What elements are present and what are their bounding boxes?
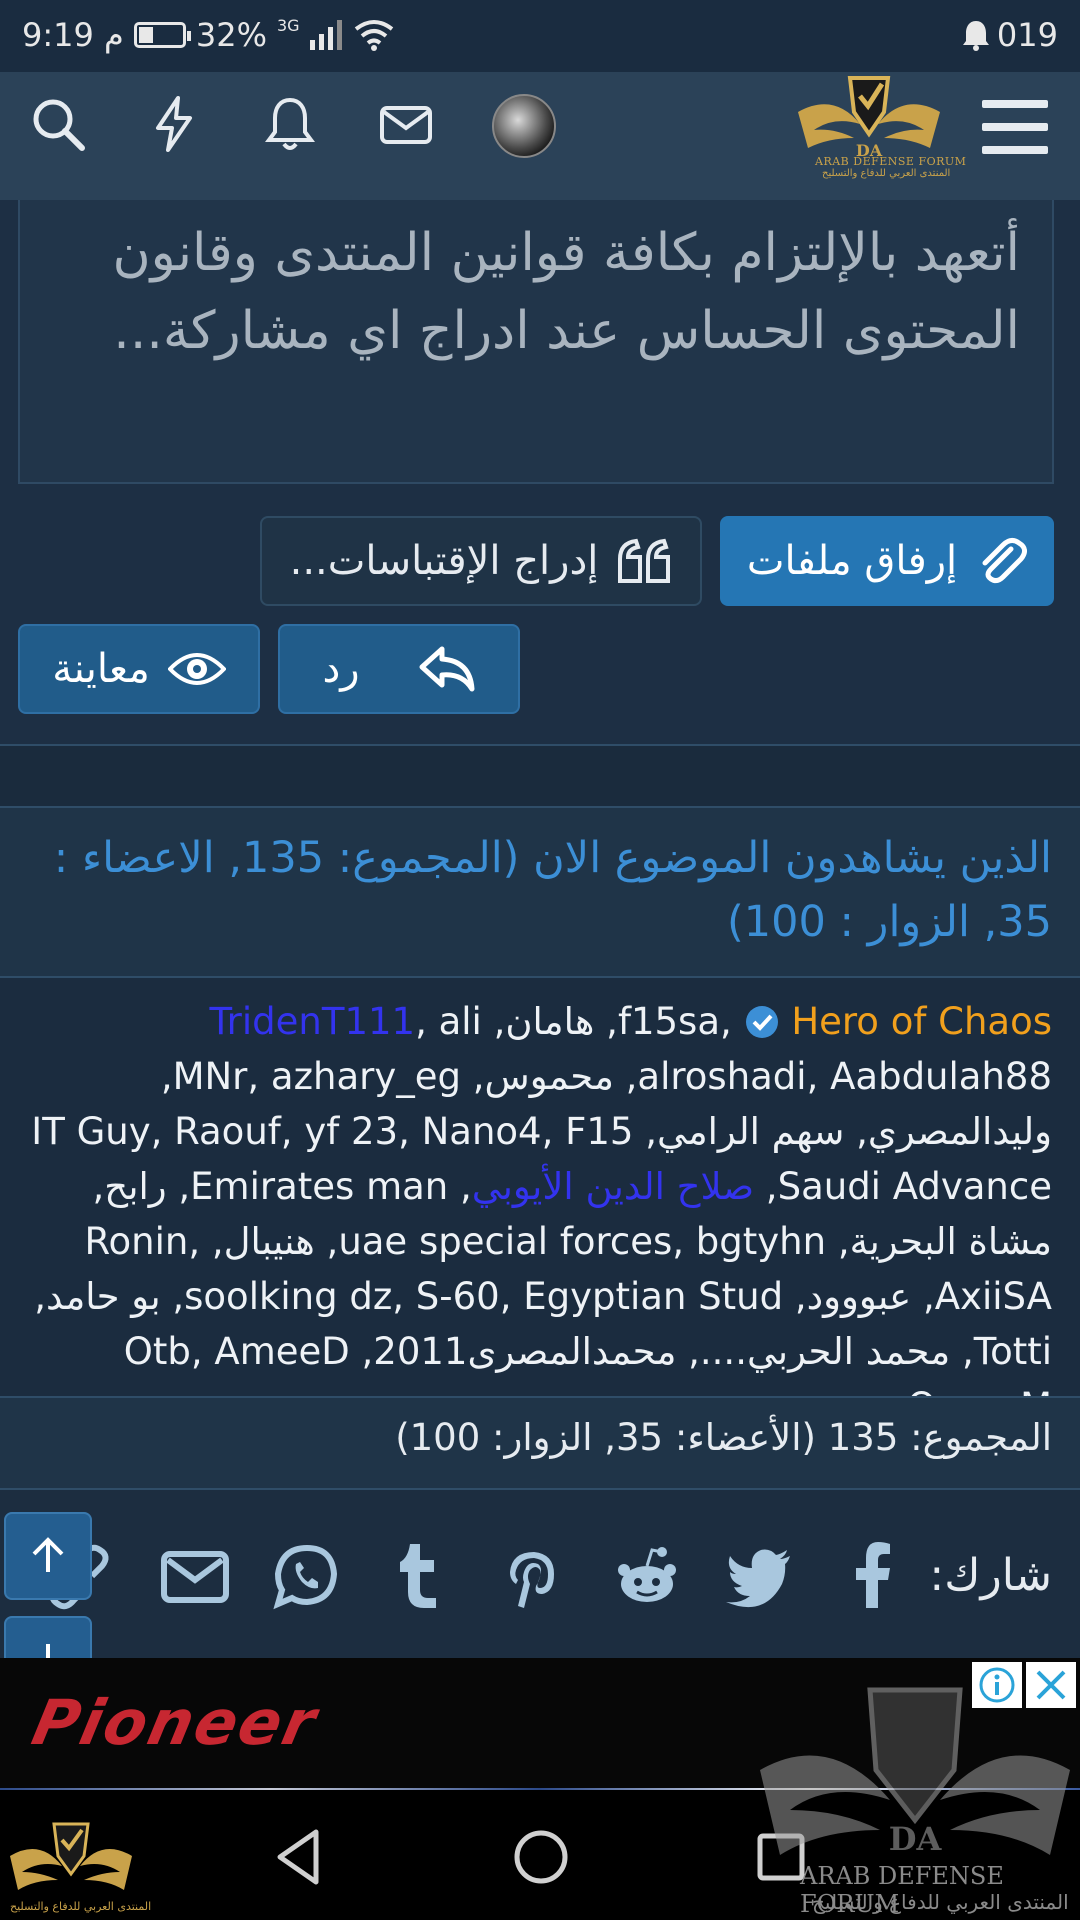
network-type: 3G [276, 15, 300, 35]
user-avatar[interactable] [492, 94, 556, 158]
tumblr-icon[interactable] [386, 1542, 456, 1612]
attach-files-label: إرفاق ملفات [746, 538, 958, 584]
pinterest-icon[interactable] [498, 1542, 568, 1612]
status-time: 9:19 م [22, 16, 124, 54]
reply-editor[interactable]: أتعهد بالإلتزام بكافة قوانين المنتدى وقا… [18, 200, 1054, 484]
svg-text:DA: DA [889, 1820, 943, 1858]
preview-button[interactable]: معاينة [18, 624, 260, 714]
reply-button[interactable]: رد [278, 624, 520, 714]
insert-quotes-button[interactable]: إدراج الإقتباسات... [260, 516, 702, 606]
paperclip-icon [982, 537, 1028, 584]
whatsapp-icon[interactable] [272, 1542, 342, 1612]
reply-label: رد [322, 646, 360, 692]
battery-percent: 32% [195, 16, 267, 54]
menu-icon[interactable] [982, 100, 1048, 154]
share-label: شارك: [929, 1550, 1052, 1601]
battery-icon [133, 22, 191, 48]
logo-title: ARAB DEFENSE FORUM [815, 155, 967, 168]
eye-icon [167, 653, 226, 685]
logo-subtitle: المنتدى العربي للدفاع والتسليح [822, 168, 951, 179]
editor-placeholder: أتعهد بالإلتزام بكافة قوانين المنتدى وقا… [112, 223, 1020, 361]
twitter-icon[interactable] [724, 1542, 794, 1612]
insert-quotes-label: إدراج الإقتباسات... [289, 538, 599, 584]
viewer-names-segment[interactable]: , هامان, [482, 1000, 618, 1043]
viewers-heading-text: الذين يشاهدون الموضوع الان (المجموع: 135… [53, 833, 1052, 947]
viewer-link-trident111[interactable]: TridenT111 [210, 1000, 416, 1043]
back-icon[interactable] [264, 1822, 334, 1892]
section-gap [0, 746, 1080, 808]
reply-arrow-icon [419, 646, 475, 692]
status-bar: 9:19 م 32% 3G 019 [0, 0, 1080, 72]
viewer-link-salah-aldin[interactable]: صلاح الدين الأيوبي [472, 1165, 754, 1208]
bell-notification-icon [962, 21, 989, 51]
reddit-icon[interactable] [612, 1542, 682, 1612]
envelope-icon[interactable] [376, 94, 436, 154]
search-icon[interactable] [28, 94, 88, 154]
attach-files-button[interactable]: إرفاق ملفات [720, 516, 1054, 606]
signal-icon [309, 20, 342, 50]
viewers-total: المجموع: 135 (الأعضاء: 35, الزوار: 100) [0, 1398, 1080, 1488]
bell-icon[interactable] [260, 94, 320, 154]
scroll-up-button[interactable] [4, 1512, 92, 1600]
viewer-names-segment[interactable]: f15sa, [618, 1000, 744, 1043]
lightning-icon[interactable] [144, 94, 204, 154]
quote-icon [618, 538, 671, 583]
facebook-icon[interactable] [838, 1542, 908, 1612]
viewers-list: f15sa, Hero of Chaos, هامان, TridenT111,… [0, 978, 1080, 1428]
corner-logo-subtitle: المنتدى العربي للدفاع والتسليح [10, 1900, 152, 1913]
arrow-up-icon [32, 1537, 64, 1572]
email-icon[interactable] [160, 1542, 230, 1612]
wifi-icon [354, 20, 393, 51]
viewers-names: f15sa, Hero of Chaos, هامان, TridenT111,… [20, 994, 1052, 1434]
verified-badge-icon [745, 1006, 778, 1038]
preview-label: معاينة [52, 646, 150, 692]
home-icon[interactable] [506, 1822, 576, 1892]
viewers-section-heading: الذين يشاهدون الموضوع الان (المجموع: 135… [0, 808, 1080, 978]
notification-count: 019 [996, 16, 1058, 54]
share-bar: شارك: [0, 1490, 1080, 1658]
viewer-link-hero-of-chaos[interactable]: Hero of Chaos [791, 1000, 1052, 1043]
watermark-subtitle: المنتدى العربي للدفاع والتسليح [812, 1890, 1069, 1914]
ad-brand-text: Pioneer [26, 1686, 324, 1759]
